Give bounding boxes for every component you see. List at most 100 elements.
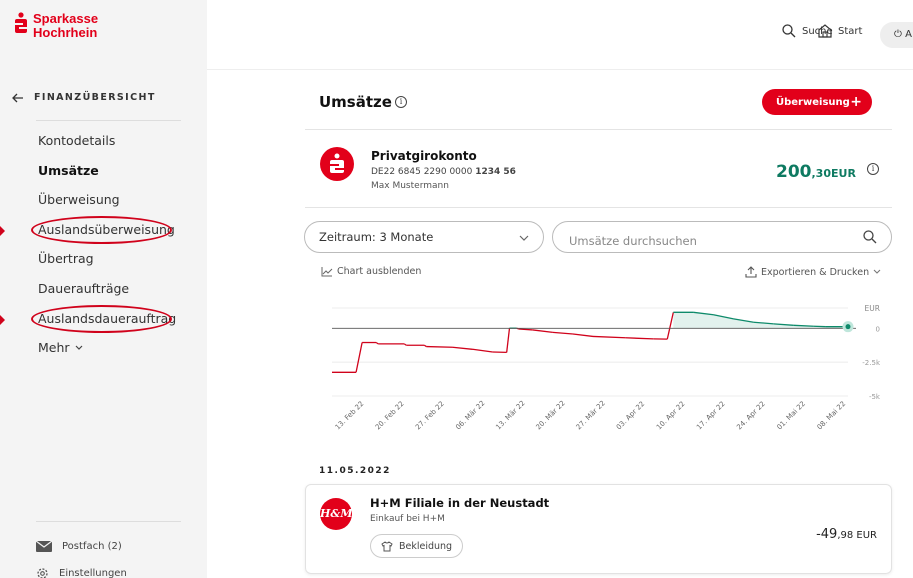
mehr-label: Mehr bbox=[38, 340, 70, 355]
account-balance: 200,30EUR bbox=[776, 162, 856, 182]
export-label: Exportieren & Drucken bbox=[761, 266, 870, 278]
divider bbox=[36, 521, 181, 522]
account-iban: DE22 6845 2290 0000 1234 56 bbox=[371, 167, 516, 177]
balance-line-segment bbox=[472, 348, 493, 353]
upload-icon bbox=[745, 266, 757, 278]
balance-line-segment bbox=[506, 328, 511, 353]
transaction-card[interactable]: H&M H+M Filiale in der Neustadt Einkauf … bbox=[305, 484, 892, 574]
x-tick-label: 20. Feb 22 bbox=[374, 400, 406, 432]
hide-chart-label: Chart ausblenden bbox=[337, 266, 422, 277]
logout-button[interactable]: ⏻ A bbox=[880, 22, 913, 48]
transaction-subtitle: Einkauf bei H+M bbox=[370, 514, 445, 524]
nav-item-kontodetails[interactable]: Kontodetails bbox=[38, 133, 115, 148]
transaction-date-header: 11.05.2022 bbox=[319, 466, 391, 476]
transaction-amount: -49,98 EUR bbox=[816, 527, 877, 542]
y-tick-label: -2.5k bbox=[862, 359, 881, 367]
period-select[interactable]: Zeitraum: 3 Monate bbox=[304, 221, 544, 253]
highlight-arrow bbox=[0, 315, 5, 325]
chevron-down-icon bbox=[75, 345, 82, 350]
nav-item-uebertrag[interactable]: Übertrag bbox=[38, 251, 94, 266]
balance-chart: EUR 0 -2.5k -5k 13. Feb 22 20. Feb 22 27. Fe… bbox=[332, 304, 881, 432]
x-tick-label: 27. Mär 22 bbox=[575, 399, 607, 431]
balance-line-segment bbox=[552, 331, 573, 335]
divider bbox=[305, 129, 892, 130]
balance-line-segment bbox=[625, 337, 654, 340]
logout-label: A bbox=[905, 29, 912, 40]
balance-line-segment bbox=[532, 329, 553, 334]
nav-item-mehr[interactable]: Mehr bbox=[38, 340, 83, 355]
sidebar: Sparkasse Hochrhein FINANZÜBERSICHT Kont… bbox=[0, 0, 207, 578]
info-icon[interactable]: i bbox=[395, 96, 407, 108]
balance-line-segment bbox=[518, 328, 533, 331]
chart-icon bbox=[321, 266, 333, 276]
highlight-ring bbox=[31, 216, 172, 244]
postfach-link[interactable]: Postfach (2) bbox=[36, 541, 122, 552]
back-label: FINANZÜBERSICHT bbox=[34, 92, 156, 103]
nav-item-ueberweisung[interactable]: Überweisung bbox=[38, 192, 120, 207]
ueberweisung-button-label: Überweisung bbox=[776, 96, 850, 108]
search-icon[interactable] bbox=[863, 230, 877, 244]
chevron-down-icon bbox=[519, 235, 529, 241]
brand-name: Sparkasse Hochrhein bbox=[33, 11, 99, 40]
chevron-down-icon bbox=[873, 269, 881, 274]
category-label: Bekleidung bbox=[399, 540, 453, 552]
hm-logo: H&M bbox=[320, 498, 353, 530]
balance-line-segment bbox=[666, 312, 674, 340]
postfach-label: Postfach (2) bbox=[62, 541, 122, 552]
balance-line-segment bbox=[426, 345, 453, 348]
period-select-value: Zeitraum: 3 Monate bbox=[319, 230, 434, 244]
x-tick-label: 13. Feb 22 bbox=[334, 400, 366, 432]
sparkasse-s-icon bbox=[330, 153, 344, 173]
balance-line-segment bbox=[423, 344, 427, 348]
sparkasse-logo[interactable]: Sparkasse Hochrhein bbox=[14, 12, 98, 40]
home-icon bbox=[818, 24, 832, 38]
ueberweisung-button[interactable]: Überweisung + bbox=[762, 89, 872, 115]
home-label: Start bbox=[838, 25, 863, 37]
export-print-link[interactable]: Exportieren & Drucken bbox=[745, 266, 881, 278]
divider bbox=[305, 207, 892, 208]
nav-item-umsaetze[interactable]: Umsätze bbox=[38, 163, 99, 178]
transaction-name: H+M Filiale in der Neustadt bbox=[370, 496, 550, 510]
y-tick-label: -5k bbox=[869, 393, 881, 401]
balance-line-segment bbox=[592, 335, 626, 339]
arrow-left-icon bbox=[12, 93, 23, 102]
back-to-overview[interactable]: FINANZÜBERSICHT bbox=[12, 92, 156, 103]
hide-chart-link[interactable]: Chart ausblenden bbox=[321, 266, 421, 277]
x-tick-label: 27. Feb 22 bbox=[414, 400, 446, 432]
mail-icon bbox=[36, 541, 52, 552]
page-title: Umsätze bbox=[319, 93, 392, 111]
balance-line-segment bbox=[403, 343, 407, 346]
x-tick-label: 17. Apr 22 bbox=[695, 400, 727, 432]
balance-line-segment bbox=[452, 346, 473, 350]
divider bbox=[36, 120, 181, 121]
highlight-ring bbox=[31, 305, 172, 333]
current-balance-dot[interactable] bbox=[842, 321, 854, 333]
x-tick-label: 01. Mai 22 bbox=[775, 400, 807, 432]
einstellungen-label: Einstellungen bbox=[59, 568, 127, 578]
account-owner: Max Mustermann bbox=[371, 181, 449, 191]
shirt-icon bbox=[381, 540, 393, 551]
search-icon bbox=[782, 24, 796, 38]
einstellungen-link[interactable]: Einstellungen bbox=[36, 567, 127, 578]
x-tick-label: 13. Mär 22 bbox=[494, 399, 526, 431]
balance-line-segment bbox=[375, 341, 379, 345]
power-icon: ⏻ bbox=[894, 29, 906, 40]
sparkasse-s-icon bbox=[15, 12, 27, 33]
x-tick-label: 03. Apr 22 bbox=[615, 400, 647, 432]
account-name[interactable]: Privatgirokonto bbox=[371, 149, 477, 163]
x-tick-label: 20. Mär 22 bbox=[535, 399, 567, 431]
x-tick-label: 08. Mai 22 bbox=[816, 400, 848, 432]
highlight-arrow bbox=[0, 226, 5, 236]
balance-line-segment bbox=[572, 333, 594, 338]
x-tick-label: 06. Mär 22 bbox=[454, 399, 486, 431]
y-axis-label: EUR bbox=[865, 304, 880, 313]
x-tick-label: 10. Apr 22 bbox=[655, 400, 687, 432]
home-link[interactable]: Start bbox=[818, 24, 862, 38]
transactions-search-input[interactable] bbox=[552, 221, 892, 253]
category-tag[interactable]: Bekleidung bbox=[370, 534, 464, 558]
balance-line-segment bbox=[355, 342, 363, 373]
balance-info-icon[interactable]: i bbox=[867, 163, 879, 175]
nav-item-dauerauftraege[interactable]: Daueraufträge bbox=[38, 281, 129, 296]
plus-icon: + bbox=[850, 94, 862, 110]
gear-icon bbox=[37, 568, 48, 578]
